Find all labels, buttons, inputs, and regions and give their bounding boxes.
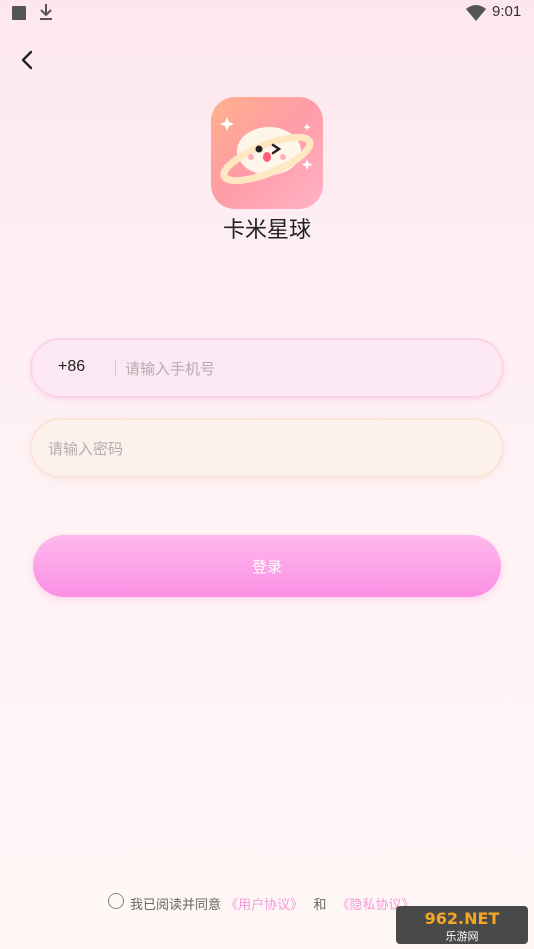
agreement-and: 和 — [313, 898, 327, 913]
status-time: 9:01 — [492, 3, 522, 20]
svg-text:乐游网: 乐游网 — [446, 930, 479, 943]
divider — [115, 360, 116, 376]
wifi-icon — [466, 5, 486, 21]
login-button-label: 登录 — [251, 558, 282, 576]
stop-square-icon — [12, 6, 26, 20]
watermark-logo: 962.NET 乐游网 — [396, 900, 528, 944]
phone-field[interactable]: +86 请输入手机号 — [30, 338, 504, 398]
app-name: 卡米星球 — [222, 218, 311, 243]
app-logo — [211, 97, 323, 209]
status-bar: 9:01 — [0, 0, 534, 30]
agree-checkbox[interactable] — [108, 893, 124, 909]
agreement-prefix: 我已阅读并同意 — [130, 898, 222, 913]
planet-mascot-icon — [220, 117, 314, 185]
phone-placeholder[interactable]: 请输入手机号 — [125, 358, 215, 379]
download-icon — [40, 4, 52, 20]
user-agreement-link[interactable]: 《用户协议》 — [225, 898, 303, 913]
password-placeholder[interactable]: 请输入密码 — [48, 438, 123, 459]
password-field[interactable]: 请输入密码 — [30, 418, 504, 478]
chevron-left-icon — [21, 50, 33, 70]
login-button[interactable]: 登录 — [33, 535, 501, 597]
country-code-selector[interactable]: +86 — [58, 358, 85, 376]
back-button[interactable] — [14, 46, 42, 74]
svg-text:962.NET: 962.NET — [425, 909, 500, 928]
